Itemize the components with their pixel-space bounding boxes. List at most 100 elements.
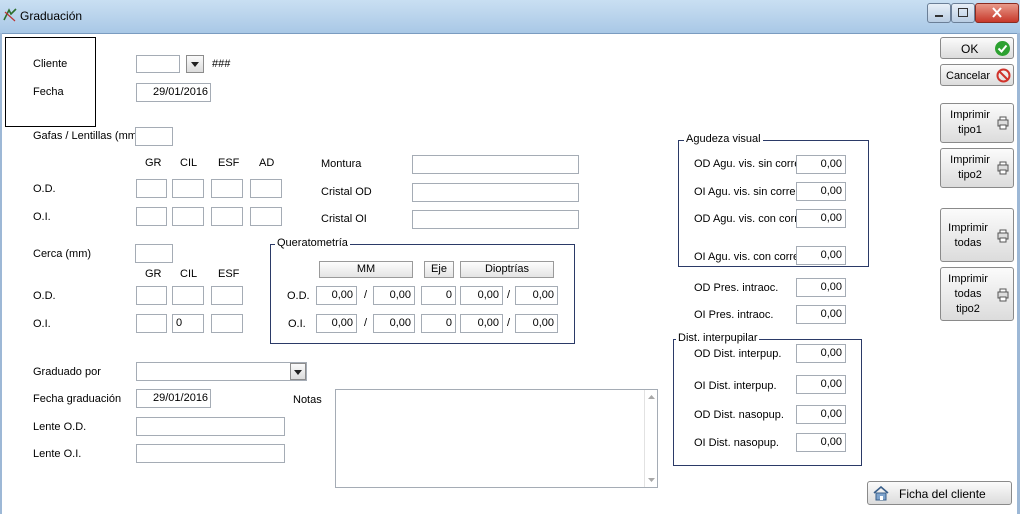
agudeza-oi-con-label: OI Agu. vis. con corre. (694, 251, 803, 263)
montura-label: Montura (321, 158, 362, 170)
cerca-col-esf: ESF (218, 268, 240, 280)
app-icon (3, 8, 17, 22)
cerca-oi-esf[interactable] (211, 314, 243, 333)
presion-od-input[interactable]: 0,00 (796, 278, 846, 297)
gafas-oi-cil[interactable] (172, 207, 204, 226)
graduado-por-label: Graduado por (33, 366, 101, 378)
imprimir-todas-tipo2-label-1: Imprimir (948, 273, 988, 285)
cerca-oi-gr[interactable] (136, 314, 167, 333)
cristal-od-label: Cristal OD (321, 186, 372, 198)
fecha-input[interactable]: 29/01/2016 (136, 83, 211, 102)
graduado-por-select[interactable] (136, 362, 307, 381)
printer-icon (997, 116, 1009, 130)
cerca-od-label: O.D. (33, 290, 56, 302)
montura-input[interactable] (412, 155, 579, 174)
lente-od-input[interactable] (136, 417, 285, 436)
imprimir-todas-label-2: todas (954, 237, 982, 249)
queratometria-dioptrias-header: Dioptrías (460, 261, 554, 278)
queratometria-oi-sep1: / (364, 317, 368, 329)
queratometria-oi-mm2[interactable]: 0,00 (373, 314, 415, 333)
gafas-oi-ad[interactable] (250, 207, 282, 226)
minimize-button[interactable] (927, 3, 951, 23)
dist-oi-nasopup-input[interactable]: 0,00 (796, 433, 846, 452)
cerca-col-cil: CIL (180, 268, 198, 280)
dist-od-nasopup-input[interactable]: 0,00 (796, 405, 846, 424)
queratometria-eje-header: Eje (424, 261, 454, 278)
imprimir-todas-label-1: Imprimir (948, 222, 988, 234)
queratometria-od-eje[interactable]: 0 (421, 286, 456, 305)
cliente-dropdown-button[interactable] (186, 55, 204, 73)
maximize-button[interactable] (951, 3, 975, 23)
agudeza-oi-con-input[interactable]: 0,00 (796, 246, 846, 265)
cancel-icon (996, 68, 1011, 83)
queratometria-oi-eje[interactable]: 0 (421, 314, 456, 333)
imprimir-tipo2-button[interactable]: Imprimir tipo2 (940, 148, 1014, 188)
queratometria-od-mm1[interactable]: 0,00 (316, 286, 357, 305)
cristal-oi-input[interactable] (412, 210, 579, 229)
imprimir-tipo2-label-2: tipo2 (958, 169, 982, 181)
imprimir-todas-tipo2-label-2: todas (954, 288, 982, 300)
queratometria-oi-label: O.I. (288, 318, 306, 330)
gafas-input[interactable] (135, 127, 173, 146)
dist-od-interpup-input[interactable]: 0,00 (796, 344, 846, 363)
cerca-input[interactable] (135, 244, 173, 263)
printer-icon (997, 229, 1009, 243)
imprimir-todas-tipo2-button[interactable]: Imprimir todas tipo2 (940, 267, 1014, 321)
cancelar-label: Cancelar (946, 70, 991, 82)
queratometria-oi-sep2: / (507, 317, 511, 329)
gafas-od-ad[interactable] (250, 179, 282, 198)
close-button[interactable] (975, 3, 1019, 23)
close-icon (992, 7, 1002, 18)
imprimir-tipo1-button[interactable]: Imprimir tipo1 (940, 103, 1014, 143)
agudeza-od-sin-input[interactable]: 0,00 (796, 155, 846, 174)
gafas-oi-label: O.I. (33, 211, 51, 223)
cerca-od-gr[interactable] (136, 286, 167, 305)
fecha-graduacion-input[interactable]: 29/01/2016 (136, 389, 211, 408)
lente-oi-input[interactable] (136, 444, 285, 463)
gafas-od-label: O.D. (33, 183, 56, 195)
notas-scrollbar[interactable] (644, 390, 658, 487)
imprimir-tipo1-label-2: tipo1 (958, 124, 982, 136)
ficha-cliente-button[interactable]: Ficha del cliente (867, 481, 1012, 505)
imprimir-todas-button[interactable]: Imprimir todas (940, 208, 1014, 262)
gafas-col-esf: ESF (218, 157, 240, 169)
cerca-col-gr: GR (145, 268, 162, 280)
gafas-col-gr: GR (145, 157, 162, 169)
agudeza-title: Agudeza visual (684, 133, 763, 145)
queratometria-od-mm2[interactable]: 0,00 (373, 286, 415, 305)
imprimir-tipo1-label-1: Imprimir (950, 109, 990, 121)
minimize-icon (935, 15, 943, 17)
agudeza-od-con-label: OD Agu. vis. con corre. (694, 213, 808, 225)
cristal-od-input[interactable] (412, 183, 579, 202)
queratometria-oi-d2[interactable]: 0,00 (515, 314, 558, 333)
ok-button[interactable]: OK (940, 37, 1014, 59)
home-icon (873, 486, 889, 501)
dist-oi-interpup-input[interactable]: 0,00 (796, 375, 846, 394)
queratometria-oi-d1[interactable]: 0,00 (460, 314, 503, 333)
queratometria-oi-mm1[interactable]: 0,00 (316, 314, 357, 333)
gafas-od-cil[interactable] (172, 179, 204, 198)
notas-textarea[interactable] (335, 389, 658, 488)
queratometria-mm-header: MM (319, 261, 413, 278)
cerca-od-cil[interactable] (172, 286, 204, 305)
presion-oi-input[interactable]: 0,00 (796, 305, 846, 324)
cerca-oi-cil[interactable]: 0 (172, 314, 204, 333)
cancelar-button[interactable]: Cancelar (940, 64, 1014, 86)
gafas-col-ad: AD (259, 157, 275, 169)
gafas-oi-gr[interactable] (136, 207, 167, 226)
agudeza-oi-sin-input[interactable]: 0,00 (796, 182, 846, 201)
cliente-input[interactable] (136, 55, 180, 73)
agudeza-od-con-input[interactable]: 0,00 (796, 209, 846, 228)
cliente-label: Cliente (33, 58, 68, 70)
ok-label: OK (961, 42, 979, 56)
maximize-icon (958, 8, 968, 17)
gafas-od-esf[interactable] (211, 179, 243, 198)
dist-od-nasopup-label: OD Dist. nasopup. (694, 409, 784, 421)
gafas-od-gr[interactable] (136, 179, 167, 198)
queratometria-od-d1[interactable]: 0,00 (460, 286, 503, 305)
cerca-od-esf[interactable] (211, 286, 243, 305)
gafas-oi-esf[interactable] (211, 207, 243, 226)
queratometria-od-d2[interactable]: 0,00 (515, 286, 558, 305)
window-frame-left (0, 33, 2, 514)
graduado-por-dropdown-button[interactable] (290, 363, 306, 380)
